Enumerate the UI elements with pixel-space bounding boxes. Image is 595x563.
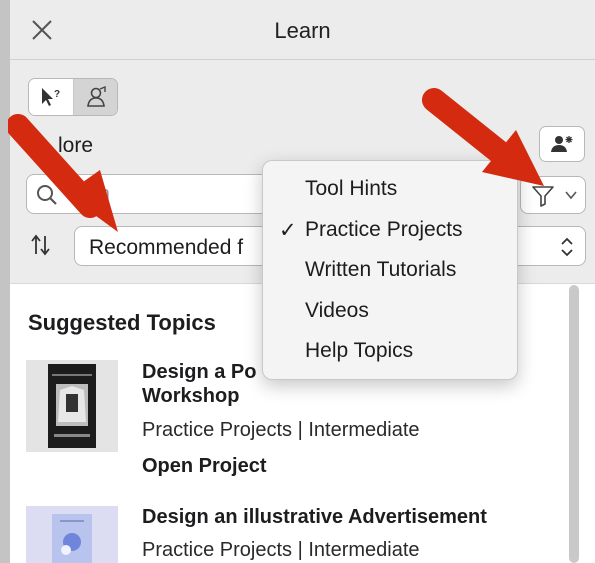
menu-item-written-tutorials[interactable]: Written Tutorials (263, 250, 517, 290)
pointer-help-icon: ? (42, 88, 60, 106)
project-thumbnail-image (52, 514, 92, 563)
section-title: Suggested Topics (28, 310, 216, 335)
annotation-arrow-right (422, 88, 544, 186)
sort-icon[interactable] (30, 234, 52, 256)
learn-mode-button[interactable] (74, 79, 117, 115)
topic-meta: Practice Projects | Intermediate (142, 419, 420, 441)
menu-item-videos[interactable]: Videos (263, 291, 517, 331)
menu-item-label: Help Topics (305, 339, 414, 362)
checkmark-icon: ✓ (279, 219, 297, 242)
add-person-icon (551, 136, 573, 152)
title-bar: Learn (10, 0, 595, 60)
annotation-arrow-left (8, 114, 118, 232)
sort-select-value: Recommended f (89, 236, 244, 259)
menu-item-practice-projects[interactable]: ✓ Practice Projects (263, 210, 517, 250)
window-title: Learn (274, 18, 331, 43)
left-border-strip (0, 0, 10, 563)
project-thumbnail-image (48, 364, 96, 448)
project-thumbnail[interactable] (26, 360, 118, 452)
topic-title[interactable]: Design an illustrative Advertisement (142, 505, 487, 529)
menu-item-help-topics[interactable]: Help Topics (263, 331, 517, 371)
chevron-down-icon (565, 191, 577, 200)
open-project-link[interactable]: Open Project (142, 455, 266, 478)
tool-hints-mode-button[interactable]: ? (29, 79, 74, 115)
menu-item-label: Written Tutorials (305, 258, 457, 281)
menu-item-label: Tool Hints (305, 177, 398, 200)
mode-toggle-group: ? (28, 78, 118, 116)
topic-title[interactable]: Design a Po (142, 360, 256, 384)
topic-title-continued[interactable]: Workshop (142, 384, 239, 408)
learn-person-icon (86, 86, 106, 107)
project-thumbnail[interactable] (26, 506, 118, 563)
topic-meta: Practice Projects | Intermediate (142, 539, 420, 561)
menu-item-label: Practice Projects (305, 218, 463, 241)
scrollbar-thumb[interactable] (569, 285, 579, 563)
svg-text:?: ? (54, 89, 60, 100)
stepper-icon (561, 237, 573, 257)
menu-item-label: Videos (305, 299, 369, 322)
